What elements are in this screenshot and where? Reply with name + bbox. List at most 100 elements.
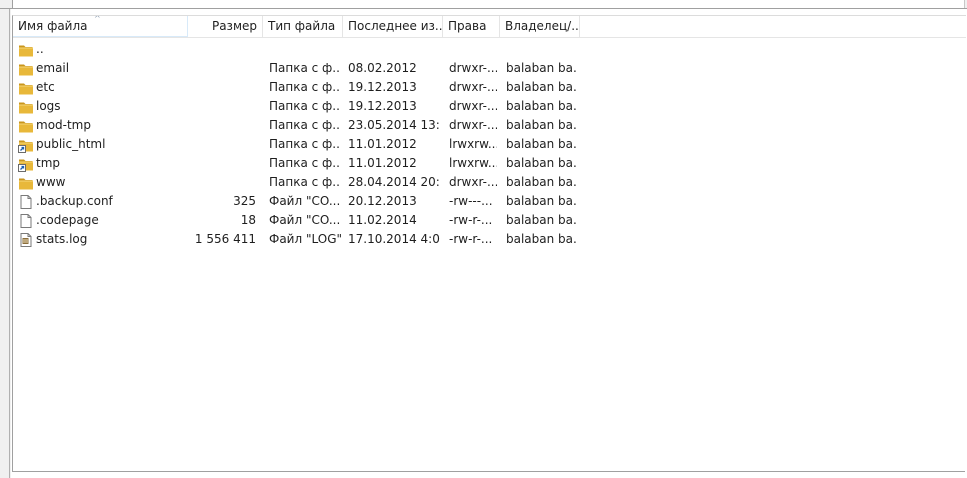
file-row[interactable]: mod-tmp Папка с ф... 23.05.2014 13:0... drw… [13, 116, 966, 135]
file-row[interactable]: .codepage 18 Файл "CO... 11.02.2014 -rw-r-..… [13, 211, 966, 230]
symlink-folder-icon [18, 156, 34, 172]
column-header-label: Права [448, 19, 487, 33]
file-modified: 28.04.2014 20:0... [348, 175, 440, 189]
column-header-label: Владелец/... [505, 19, 580, 33]
file-row[interactable]: .backup.conf 325 Файл "CO... 20.12.2013 -rw-… [13, 192, 966, 211]
file-modified: 17.10.2014 4:00... [348, 232, 440, 246]
file-type: Файл "LOG" [269, 232, 341, 246]
sort-ascending-icon: ^ [94, 16, 101, 23]
file-type: Папка с ф... [269, 156, 341, 170]
file-size: 18 [240, 213, 256, 227]
column-header-permissions[interactable]: Права [443, 16, 500, 37]
file-owner: balaban ba... [506, 61, 578, 75]
file-owner [506, 40, 578, 59]
file-name: tmp [36, 156, 61, 170]
file-permissions [449, 40, 497, 59]
file-list-panel: ^ Имя файла Размер Тип файла Последнее и… [12, 15, 966, 471]
column-header-modified[interactable]: Последнее из... [343, 16, 443, 37]
column-header-owner[interactable]: Владелец/... [500, 16, 580, 37]
file-size [188, 135, 256, 154]
log-file-icon [18, 232, 34, 248]
file-type: Папка с ф... [269, 118, 341, 132]
file-owner: balaban ba... [506, 118, 578, 132]
file-type: Папка с ф... [269, 137, 341, 151]
file-name: logs [36, 99, 61, 113]
file-type: Папка с ф... [269, 61, 341, 75]
file-size [188, 78, 256, 97]
file-permissions: drwxr-... [449, 80, 497, 94]
file-type: Папка с ф... [269, 175, 341, 189]
file-name: mod-tmp [36, 118, 91, 132]
file-type [269, 40, 341, 59]
file-row[interactable]: logs Папка с ф... 19.12.2013 drwxr-... balab… [13, 97, 966, 116]
file-owner: balaban ba... [506, 156, 578, 170]
file-size [188, 40, 256, 59]
file-type: Папка с ф... [269, 99, 341, 113]
file-modified: 08.02.2012 [348, 61, 417, 75]
folder-icon [18, 99, 34, 115]
column-header-label: Размер [211, 19, 257, 33]
splitter[interactable] [0, 9, 11, 478]
file-name: etc [36, 80, 55, 94]
file-name: stats.log [36, 232, 88, 246]
splitter-line [9, 9, 10, 478]
file-type: Файл "CO... [269, 213, 341, 227]
file-icon [18, 213, 34, 229]
column-header-label: Последнее из... [348, 19, 443, 33]
file-name: .backup.conf [36, 194, 113, 208]
file-row[interactable]: stats.log 1 556 411 Файл "LOG" 17.10.2014 4… [13, 230, 966, 249]
file-modified: 23.05.2014 13:0... [348, 118, 440, 132]
file-name: .. [36, 42, 44, 56]
file-icon [18, 194, 34, 210]
file-size [188, 116, 256, 135]
file-permissions: lrwxrw... [449, 156, 497, 170]
file-permissions: -rw-r-... [449, 232, 493, 246]
file-permissions: drwxr-... [449, 175, 497, 189]
top-bar [0, 0, 967, 9]
folder-icon [18, 42, 34, 58]
file-permissions: drwxr-... [449, 99, 497, 113]
column-header-type[interactable]: Тип файла [263, 16, 343, 37]
file-size [188, 59, 256, 78]
column-header-label: Имя файла [18, 19, 88, 33]
path-field-bottom [12, 0, 965, 8]
file-row[interactable]: etc Папка с ф... 19.12.2013 drwxr-... balaba… [13, 78, 966, 97]
file-size: 325 [233, 194, 256, 208]
file-name: www [36, 175, 66, 189]
file-size [188, 154, 256, 173]
folder-icon [18, 80, 34, 96]
file-modified [348, 40, 440, 59]
file-owner: balaban ba... [506, 80, 578, 94]
folder-icon [18, 118, 34, 134]
file-modified: 11.01.2012 [348, 137, 417, 151]
file-permissions: lrwxrw... [449, 137, 497, 151]
column-header-size[interactable]: Размер [188, 16, 263, 37]
panel-bottom-border [12, 471, 965, 472]
folder-icon [18, 61, 34, 77]
file-modified: 20.12.2013 [348, 194, 417, 208]
file-row[interactable]: .. [13, 40, 966, 59]
file-type: Файл "CO... [269, 194, 341, 208]
file-permissions: -rw-r-... [449, 213, 493, 227]
file-owner: balaban ba... [506, 99, 578, 113]
file-modified: 19.12.2013 [348, 80, 417, 94]
file-name: public_html [36, 137, 106, 151]
folder-icon [18, 175, 34, 191]
file-row[interactable]: email Папка с ф... 08.02.2012 drwxr-... bala… [13, 59, 966, 78]
file-name: email [36, 61, 70, 75]
file-owner: balaban ba... [506, 175, 578, 189]
file-permissions: drwxr-... [449, 118, 497, 132]
file-size [188, 173, 256, 192]
file-modified: 11.01.2012 [348, 156, 417, 170]
file-owner: balaban ba... [506, 232, 578, 246]
file-row[interactable]: www Папка с ф... 28.04.2014 20:0... drwxr-.… [13, 173, 966, 192]
column-header-name[interactable]: ^ Имя файла [13, 16, 188, 37]
file-owner: balaban ba... [506, 213, 578, 227]
file-row[interactable]: tmp Папка с ф... 11.01.2012 lrwxrw... balaba… [13, 154, 966, 173]
file-size [188, 97, 256, 116]
file-owner: balaban ba... [506, 194, 578, 208]
column-header-row: ^ Имя файла Размер Тип файла Последнее и… [13, 16, 966, 38]
symlink-folder-icon [18, 137, 34, 153]
file-row[interactable]: public_html Папка с ф... 11.01.2012 lrwxrw.… [13, 135, 966, 154]
file-permissions: drwxr-... [449, 61, 497, 75]
